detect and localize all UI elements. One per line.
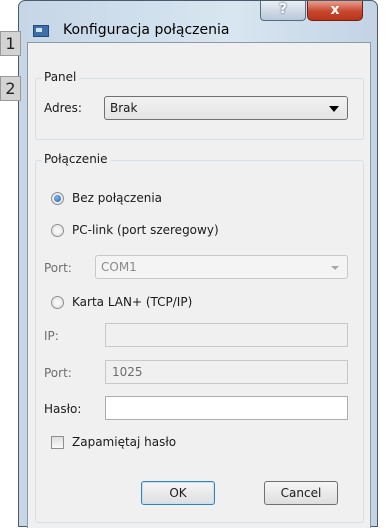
app-icon [33,25,49,37]
remember-password-label[interactable]: Zapamiętaj hasło [72,435,176,449]
tcp-port-input[interactable]: 1025 [105,360,348,384]
address-label: Adres: [44,101,82,115]
dialog-body: Panel Adres: Brak Połączenie Bez połącze… [27,42,371,528]
chevron-down-icon [331,266,339,270]
serial-port-select[interactable]: COM1 [95,255,348,279]
serial-port-label: Port: [44,261,72,275]
remember-password-checkbox[interactable] [51,436,64,449]
password-label: Hasło: [44,402,82,416]
ip-label: IP: [44,329,59,343]
radio-no-connection[interactable] [51,192,64,205]
address-select[interactable]: Brak [104,96,348,120]
window-title: Konfiguracja połączenia [63,22,230,38]
connection-legend: Połączenie [41,152,111,166]
title-bar[interactable]: Konfiguracja połączenia ? x [19,1,377,38]
annotation-badge-1: 1 [0,31,21,56]
help-icon: ? [279,2,287,17]
password-input[interactable] [105,396,348,420]
connection-group: Połączenie Bez połączenia PC-link (port … [35,152,364,523]
ip-input[interactable] [105,323,348,347]
panel-group: Panel Adres: Brak [35,70,364,140]
help-button[interactable]: ? [260,1,306,21]
dialog-window: Konfiguracja połączenia ? x Panel Adres:… [18,0,378,528]
close-icon: x [330,2,340,18]
close-button[interactable]: x [307,1,363,21]
radio-pc-link[interactable] [51,224,64,237]
radio-lan-card[interactable] [51,296,64,309]
ok-button[interactable]: OK [141,481,215,505]
annotation-badge-2: 2 [0,76,21,101]
radio-lan-card-label[interactable]: Karta LAN+ (TCP/IP) [72,295,192,309]
address-select-value: Brak [110,101,138,115]
tcp-port-label: Port: [44,366,72,380]
panel-legend: Panel [41,70,80,84]
cancel-button[interactable]: Cancel [264,481,338,505]
serial-port-value: COM1 [101,260,137,274]
chevron-down-icon [329,106,339,112]
radio-pc-link-label[interactable]: PC-link (port szeregowy) [72,223,219,237]
radio-no-connection-label[interactable]: Bez połączenia [72,191,162,205]
